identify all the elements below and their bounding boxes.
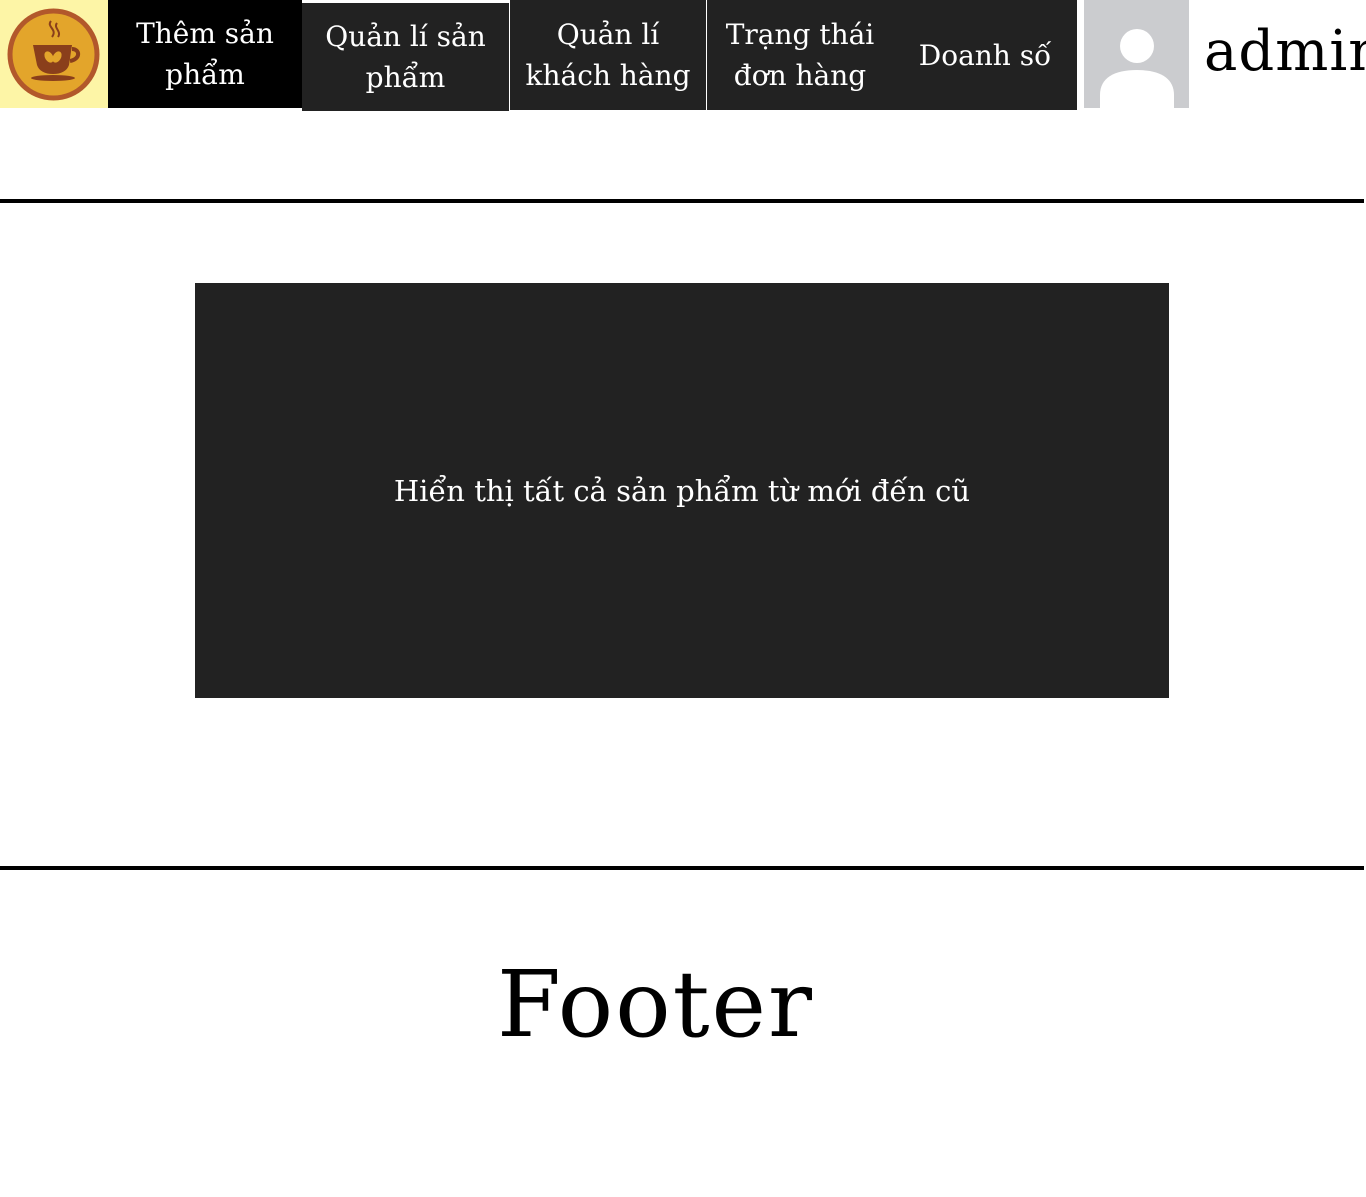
nav-sales[interactable]: Doanh số — [893, 0, 1077, 110]
coffee-cup-logo-icon — [7, 8, 100, 101]
nav-manage-products[interactable]: Quản lí sản phẩm — [302, 0, 509, 111]
footer-divider — [0, 866, 1364, 870]
user-placeholder-icon — [1100, 29, 1174, 108]
nav-order-status-label: Trạng thái đơn hàng — [725, 18, 875, 92]
nav-add-product-label: Thêm sản phẩm — [136, 17, 274, 91]
nav-manage-customers[interactable]: Quản lí khách hàng — [510, 0, 706, 110]
top-navigation-bar: Thêm sản phẩm Quản lí sản phẩm Quản lí k… — [0, 0, 1366, 112]
footer-title: Footer — [497, 951, 814, 1058]
products-panel: Hiển thị tất cả sản phẩm từ mới đến cũ — [195, 283, 1169, 698]
nav-manage-products-label: Quản lí sản phẩm — [325, 20, 486, 94]
nav-add-product[interactable]: Thêm sản phẩm — [108, 0, 302, 108]
logo[interactable] — [0, 0, 108, 108]
nav-sales-label: Doanh số — [918, 38, 1052, 72]
nav-order-status[interactable]: Trạng thái đơn hàng — [707, 0, 893, 110]
avatar[interactable] — [1084, 0, 1189, 108]
username: admin — [1204, 19, 1366, 84]
header-divider — [0, 199, 1364, 203]
show-all-products-link[interactable]: Hiển thị tất cả sản phẩm từ mới đến cũ — [394, 474, 970, 508]
nav-manage-customers-label: Quản lí khách hàng — [525, 18, 691, 92]
